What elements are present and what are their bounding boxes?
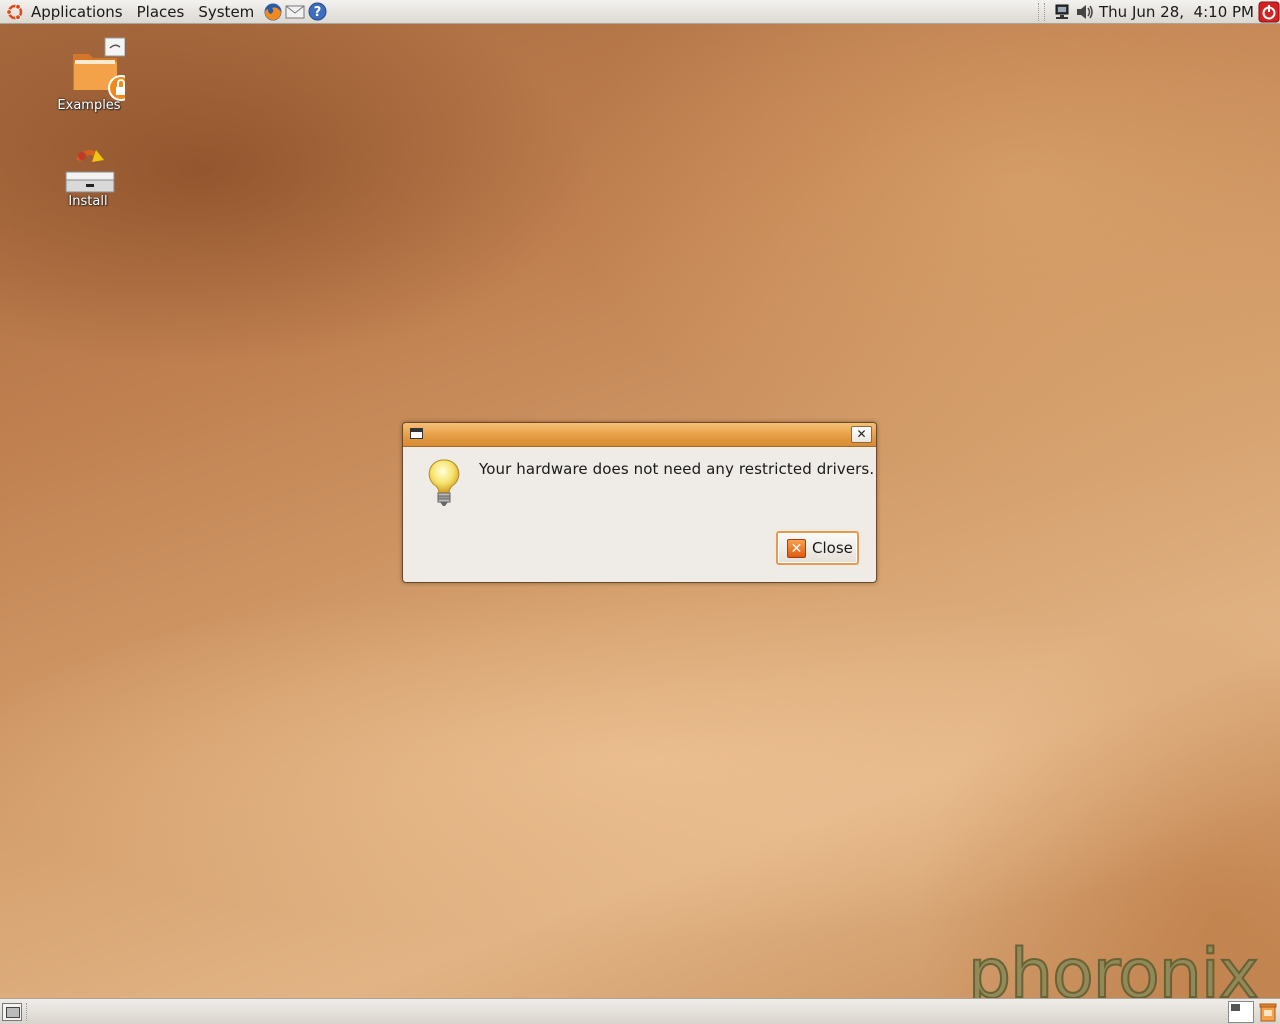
desktop-icon-label: Install [68, 194, 108, 209]
top-panel: Applications Places System ? Thu Jun 28,… [0, 0, 1280, 24]
restricted-drivers-dialog: ✕ Your hardware does not need any restri… [402, 422, 877, 583]
menu-system[interactable]: System [191, 0, 261, 24]
window-menu-button[interactable] [410, 428, 423, 439]
firefox-icon [264, 3, 282, 20]
volume-icon[interactable] [1075, 3, 1095, 21]
power-icon[interactable] [1258, 1, 1280, 23]
folder-locked-icon [73, 37, 134, 101]
panel-grip [1038, 3, 1046, 21]
desktop-icon-examples[interactable]: Examples [44, 36, 134, 113]
dialog-titlebar[interactable]: ✕ [403, 423, 876, 447]
close-button[interactable]: ✕ Close [776, 531, 859, 565]
system-tray: Thu Jun 28, 4:10 PM [1038, 0, 1280, 24]
ubuntu-logo-icon[interactable] [6, 3, 24, 21]
close-button-label: Close [812, 539, 853, 557]
firefox-launcher[interactable] [263, 2, 283, 22]
window-close-button[interactable]: ✕ [851, 426, 872, 443]
close-icon: ✕ [787, 538, 806, 558]
panel-grip [26, 1003, 31, 1021]
lightbulb-icon [428, 459, 460, 506]
menu-places[interactable]: Places [130, 0, 192, 24]
install-drive-icon [65, 150, 115, 193]
bottom-panel [0, 998, 1280, 1024]
show-desktop-button[interactable] [2, 1003, 22, 1021]
desktop-icon-install[interactable]: Install [43, 146, 133, 209]
desktop-icon-label: Examples [57, 98, 121, 113]
menu-applications[interactable]: Applications [24, 0, 130, 24]
help-launcher[interactable]: ? [307, 2, 327, 22]
help-icon: ? [308, 2, 327, 21]
dialog-message: Your hardware does not need any restrict… [479, 460, 875, 478]
svg-text:?: ? [314, 5, 322, 20]
mail-launcher[interactable] [285, 2, 305, 22]
workspace-switcher[interactable] [1228, 1001, 1254, 1023]
network-icon[interactable] [1053, 3, 1071, 21]
clock[interactable]: Thu Jun 28, 4:10 PM [1099, 3, 1254, 21]
trash-icon[interactable] [1259, 1002, 1277, 1022]
mail-icon [285, 5, 305, 18]
